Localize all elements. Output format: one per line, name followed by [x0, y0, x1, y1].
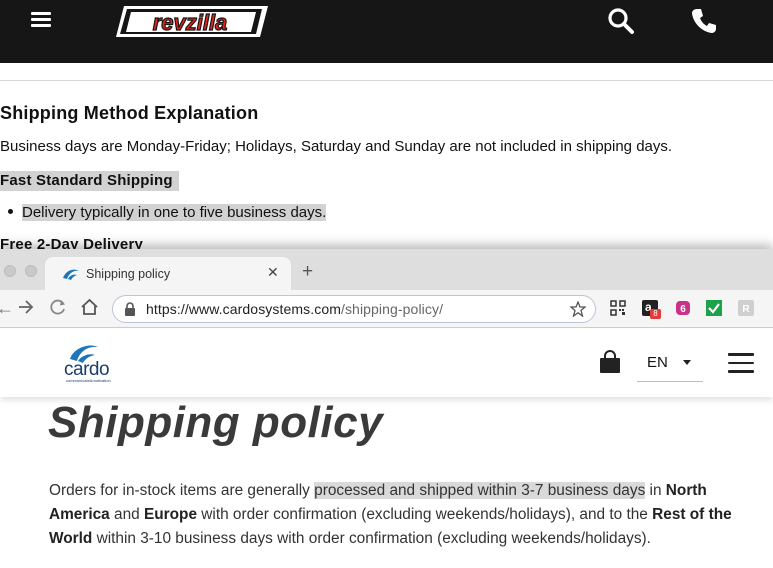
cardo-header: cardo communicate&motivation EN: [0, 329, 773, 397]
body-text: with order confirmation (excluding weeke…: [197, 506, 653, 523]
fast-standard-shipping-heading: Fast Standard Shipping: [0, 171, 179, 191]
hamburger-menu-icon[interactable]: [728, 353, 754, 373]
shopping-bag-icon[interactable]: [599, 350, 621, 374]
browser-toolbar: ← https://www.cardosystems.com/shipping-…: [0, 290, 773, 328]
revzilla-logo[interactable]: revzilla: [110, 3, 270, 39]
highlighted-text: processed and shipped within 3-7 busines…: [314, 482, 646, 499]
bookmark-star-icon[interactable]: [570, 301, 586, 317]
home-icon[interactable]: [80, 298, 99, 316]
business-days-text: Business days are Monday-Friday; Holiday…: [0, 138, 673, 155]
page-title: Shipping policy: [48, 398, 384, 447]
tab-shipping-policy[interactable]: Shipping policy ✕: [45, 257, 291, 290]
extension-badge: 8: [650, 309, 661, 319]
url-host: https://www.cardosystems.com: [146, 301, 341, 317]
reader-extension-icon[interactable]: R: [738, 300, 754, 316]
body-text: and: [109, 506, 144, 523]
language-selector[interactable]: EN: [637, 343, 703, 382]
cardo-logo[interactable]: cardo communicate&motivation: [62, 339, 126, 387]
back-icon[interactable]: ←: [0, 298, 14, 319]
window-minimize-icon[interactable]: [25, 265, 37, 277]
cardo-favicon-icon: [63, 269, 79, 280]
shipping-policy-body: Orders for in-stock items are generally …: [49, 479, 749, 551]
browser-window: Shipping policy ✕ + ← https://www.cardos…: [0, 249, 773, 568]
window-close-icon[interactable]: [4, 265, 16, 277]
body-text: within 3-10 business days with order con…: [92, 530, 651, 547]
qr-code-extension-icon[interactable]: [610, 300, 626, 316]
svg-text:6: 6: [680, 304, 686, 315]
forward-icon[interactable]: [17, 298, 35, 316]
chevron-down-icon: [683, 360, 691, 365]
url-path: /shipping-policy/: [340, 301, 444, 317]
delivery-text: Delivery typically in one to five busine…: [22, 204, 327, 221]
address-bar[interactable]: https://www.cardosystems.com/shipping-po…: [112, 295, 596, 323]
tab-bar: Shipping policy ✕ +: [0, 249, 773, 290]
url-text: https://www.cardosystems.com/shipping-po…: [146, 301, 443, 317]
search-icon[interactable]: [607, 7, 635, 35]
svg-text:R: R: [742, 304, 750, 315]
checkmark-extension-icon[interactable]: [706, 300, 722, 316]
shipping-method-heading: Shipping Method Explanation: [0, 103, 259, 123]
new-tab-icon[interactable]: +: [302, 262, 313, 281]
region-europe: Europe: [143, 506, 198, 523]
hamburger-menu-icon[interactable]: [31, 12, 51, 28]
tab-title: Shipping policy: [86, 267, 171, 281]
revzilla-logo-text: revzilla: [153, 10, 228, 35]
body-text: Orders for in-stock items are generally: [49, 482, 315, 499]
bullet-icon: [8, 208, 13, 214]
revzilla-header: revzilla: [0, 0, 773, 63]
cardo-logo-tagline: communicate&motivation: [66, 378, 111, 383]
language-label: EN: [647, 354, 668, 371]
lock-icon[interactable]: [124, 302, 136, 316]
cardo-logo-text: cardo: [64, 359, 109, 380]
amazon-assistant-icon[interactable]: a 8: [642, 300, 661, 319]
close-tab-icon[interactable]: ✕: [267, 264, 279, 280]
phone-icon[interactable]: [689, 6, 719, 36]
body-text: in: [645, 482, 666, 499]
list-item: Delivery typically in one to five busine…: [8, 203, 327, 223]
divider: [0, 80, 773, 81]
reload-icon[interactable]: [49, 298, 67, 316]
grammar-extension-icon[interactable]: 6: [675, 300, 691, 316]
